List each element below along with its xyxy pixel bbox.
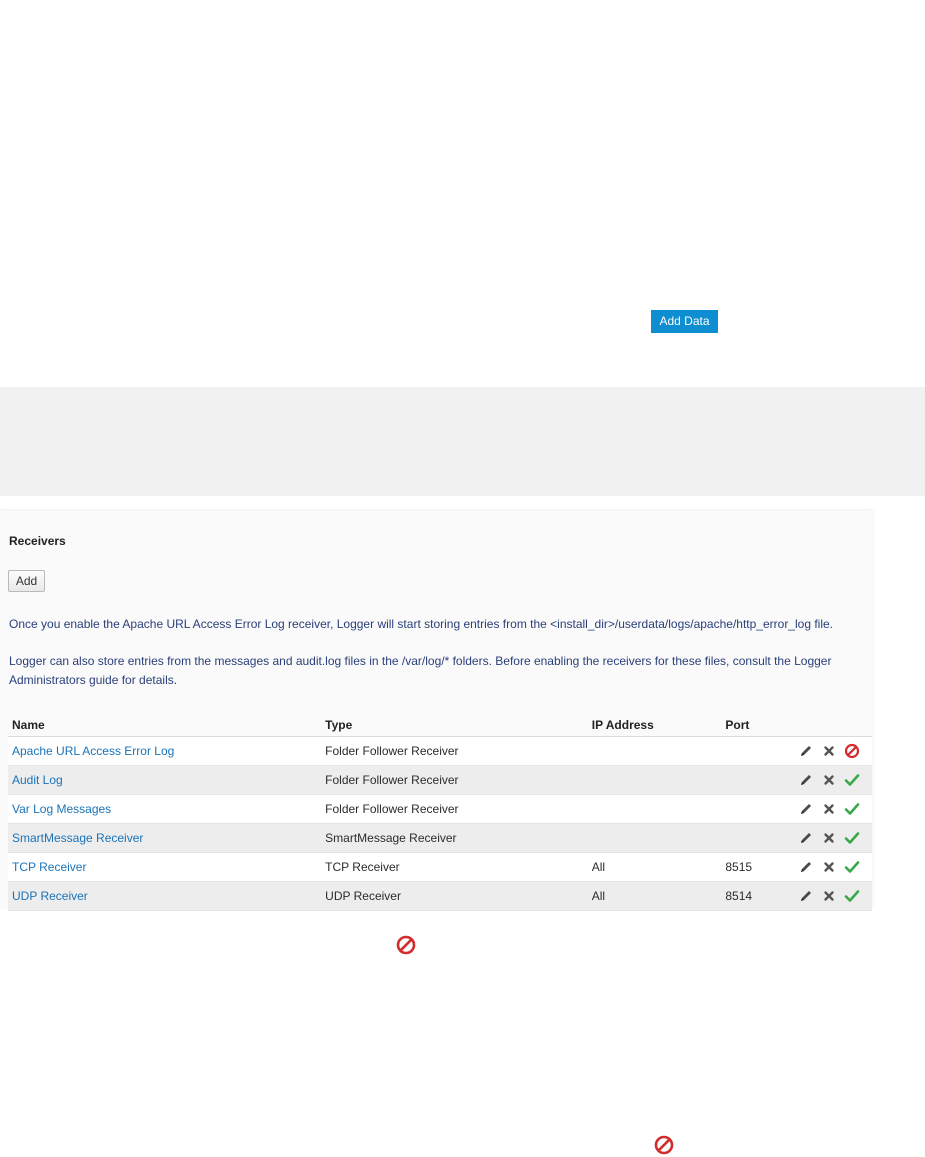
enable-toggle-checkmark-icon[interactable] xyxy=(844,888,860,904)
column-header-actions xyxy=(794,714,872,737)
disabled-icon xyxy=(395,934,417,956)
receiver-name-cell: TCP Receiver xyxy=(8,852,322,882)
delete-x-icon[interactable] xyxy=(821,772,837,788)
receiver-name-link[interactable]: TCP Receiver xyxy=(12,860,86,874)
receivers-table: Name Type IP Address Port Apache URL Acc… xyxy=(8,714,872,911)
receiver-type-cell: Folder Follower Receiver xyxy=(321,794,588,824)
table-row: Var Log Messages Folder Follower Receiver xyxy=(8,794,872,824)
receiver-port-cell xyxy=(721,765,795,795)
receiver-type-cell: TCP Receiver xyxy=(321,852,588,882)
disabled-icon xyxy=(653,1134,675,1156)
column-header-ip-address: IP Address xyxy=(587,714,722,737)
info-text-var-log: Logger can also store entries from the m… xyxy=(9,654,832,687)
receiver-name-link[interactable]: Audit Log xyxy=(12,773,63,787)
receiver-name-cell: SmartMessage Receiver xyxy=(8,823,322,853)
receiver-port-cell xyxy=(721,823,795,853)
receivers-title: Receivers xyxy=(9,534,66,548)
receivers-panel: Receivers Add Once you enable the Apache… xyxy=(0,511,873,911)
receiver-type-cell: Folder Follower Receiver xyxy=(321,765,588,795)
table-row: UDP Receiver UDP Receiver All 8514 xyxy=(8,881,872,911)
receiver-ip-cell xyxy=(587,765,722,795)
receiver-ip-cell: All xyxy=(587,881,722,911)
pencil-icon[interactable] xyxy=(798,772,814,788)
receiver-name-link[interactable]: Apache URL Access Error Log xyxy=(12,744,174,758)
receiver-name-cell: UDP Receiver xyxy=(8,881,322,911)
receiver-port-cell: 8514 xyxy=(721,881,795,911)
pencil-icon[interactable] xyxy=(798,859,814,875)
enable-toggle-checkmark-icon[interactable] xyxy=(844,830,860,846)
add-receiver-button[interactable]: Add xyxy=(8,570,45,592)
receiver-type-cell: Folder Follower Receiver xyxy=(321,736,588,766)
receiver-name-link[interactable]: UDP Receiver xyxy=(12,889,88,903)
disabled-icon[interactable] xyxy=(844,743,860,759)
pencil-icon[interactable] xyxy=(798,888,814,904)
add-data-button[interactable]: Add Data xyxy=(651,310,718,333)
page: Add Data Receivers Add Once you enable t… xyxy=(0,0,925,1157)
receiver-ip-cell xyxy=(587,736,722,766)
table-row: Audit Log Folder Follower Receiver xyxy=(8,765,872,795)
enable-toggle-checkmark-icon[interactable] xyxy=(844,859,860,875)
enable-toggle-checkmark-icon[interactable] xyxy=(844,801,860,817)
receiver-actions-cell xyxy=(794,852,872,882)
delete-x-icon[interactable] xyxy=(821,888,837,904)
receiver-actions-cell xyxy=(794,881,872,911)
table-row: Apache URL Access Error Log Folder Follow… xyxy=(8,736,872,766)
delete-x-icon[interactable] xyxy=(821,801,837,817)
pencil-icon[interactable] xyxy=(798,830,814,846)
delete-x-icon[interactable] xyxy=(821,859,837,875)
pencil-icon[interactable] xyxy=(798,743,814,759)
gray-band xyxy=(0,387,925,496)
delete-x-icon[interactable] xyxy=(821,830,837,846)
receiver-actions-cell xyxy=(794,736,872,766)
receiver-ip-cell xyxy=(587,823,722,853)
receiver-name-link[interactable]: Var Log Messages xyxy=(12,802,111,816)
receiver-name-cell: Apache URL Access Error Log xyxy=(8,736,322,766)
receiver-name-cell: Audit Log xyxy=(8,765,322,795)
receiver-port-cell xyxy=(721,736,795,766)
table-header-row: Name Type IP Address Port xyxy=(8,714,872,737)
receiver-actions-cell xyxy=(794,765,872,795)
receiver-name-cell: Var Log Messages xyxy=(8,794,322,824)
receiver-ip-cell xyxy=(587,794,722,824)
column-header-port: Port xyxy=(721,714,795,737)
receiver-port-cell xyxy=(721,794,795,824)
pencil-icon[interactable] xyxy=(798,801,814,817)
receiver-type-cell: SmartMessage Receiver xyxy=(321,823,588,853)
table-row: TCP Receiver TCP Receiver All 8515 xyxy=(8,852,872,882)
receiver-type-cell: UDP Receiver xyxy=(321,881,588,911)
receiver-name-link[interactable]: SmartMessage Receiver xyxy=(12,831,143,845)
delete-x-icon[interactable] xyxy=(821,743,837,759)
enable-toggle-checkmark-icon[interactable] xyxy=(844,772,860,788)
receiver-ip-cell: All xyxy=(587,852,722,882)
receiver-port-cell: 8515 xyxy=(721,852,795,882)
table-row: SmartMessage Receiver SmartMessage Receiv… xyxy=(8,823,872,853)
column-header-type: Type xyxy=(321,714,588,737)
receiver-actions-cell xyxy=(794,823,872,853)
column-header-name: Name xyxy=(8,714,322,737)
receivers-table-body: Apache URL Access Error Log Folder Follow… xyxy=(8,736,872,911)
info-text-apache: Once you enable the Apache URL Access Er… xyxy=(9,617,834,631)
receiver-actions-cell xyxy=(794,794,872,824)
